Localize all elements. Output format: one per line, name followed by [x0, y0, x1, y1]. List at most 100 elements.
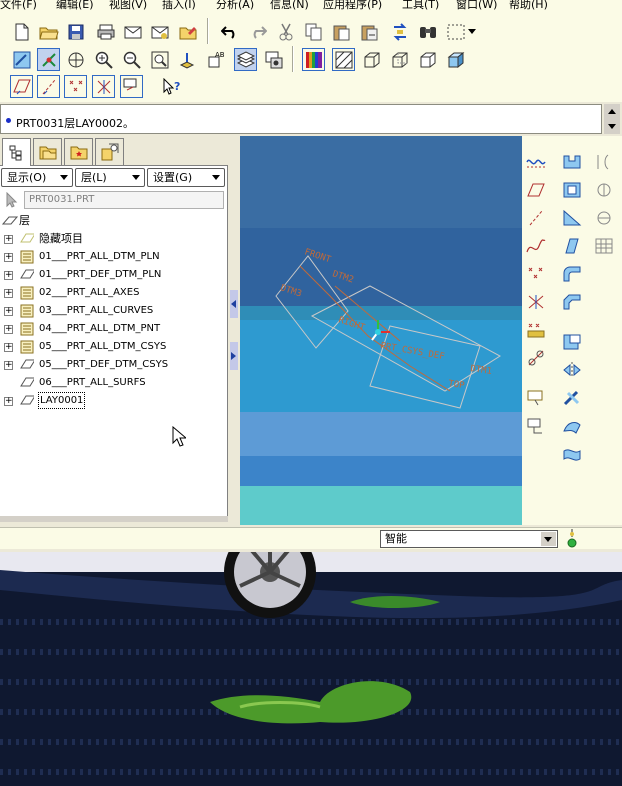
- tab-model-tree[interactable]: [2, 138, 31, 166]
- menu-insert[interactable]: 插入(I): [162, 0, 196, 12]
- regenerate-button[interactable]: [388, 20, 411, 43]
- sketch-button[interactable]: [524, 150, 548, 174]
- sketch-on-plane-tool[interactable]: [524, 414, 548, 438]
- datum-points-toggle[interactable]: [64, 75, 87, 98]
- graphics-window[interactable]: FRONT DTM2 DTM3 RIGHT PRT_CSYS_DEF DTM1 …: [240, 136, 522, 525]
- menu-applications[interactable]: 应用程序(P): [323, 0, 382, 12]
- expand-toggle[interactable]: +: [4, 253, 13, 262]
- tab-folder-browser[interactable]: [33, 138, 62, 165]
- expand-toggle[interactable]: +: [4, 235, 13, 244]
- expand-toggle[interactable]: +: [4, 361, 13, 370]
- menu-analysis[interactable]: 分析(A): [216, 0, 254, 12]
- shell-button[interactable]: [560, 178, 584, 202]
- menu-view[interactable]: 视图(V): [109, 0, 147, 12]
- menu-info[interactable]: 信息(N): [270, 0, 309, 12]
- reorient-button[interactable]: [176, 48, 199, 71]
- save-button[interactable]: [64, 20, 87, 43]
- zoom-in-button[interactable]: [92, 48, 115, 71]
- draft-button[interactable]: [560, 234, 584, 258]
- revolve-button[interactable]: [592, 150, 616, 174]
- datum-planes-toggle[interactable]: [10, 75, 33, 98]
- no-hidden-button[interactable]: [416, 48, 439, 71]
- tree-row[interactable]: + LAY0001: [0, 392, 226, 410]
- saved-views-button[interactable]: AB: [204, 48, 227, 71]
- selection-filter[interactable]: 智能: [380, 530, 558, 548]
- expand-toggle[interactable]: +: [4, 271, 13, 280]
- tree-row[interactable]: + 03___PRT_ALL_CURVES: [0, 302, 226, 320]
- datum-axis-tool[interactable]: [524, 206, 548, 230]
- tree-row[interactable]: + 01___PRT_DEF_DTM_PLN: [0, 266, 226, 284]
- boundary-blend-button[interactable]: [560, 414, 584, 438]
- tree-root-layers[interactable]: 层: [0, 212, 226, 230]
- datum-curve-tool[interactable]: [524, 234, 548, 258]
- tree-row[interactable]: + 05___PRT_ALL_DTM_CSYS: [0, 338, 226, 356]
- layer-dropdown[interactable]: 层(L): [75, 168, 145, 187]
- select-box-button[interactable]: [444, 20, 467, 43]
- mirror-button[interactable]: [560, 358, 584, 382]
- sweep-button[interactable]: [592, 178, 616, 202]
- paste-button[interactable]: [330, 20, 353, 43]
- menu-tools[interactable]: 工具(T): [402, 0, 439, 12]
- settings-dropdown[interactable]: 设置(G): [147, 168, 225, 187]
- csys-tool[interactable]: [524, 290, 548, 314]
- menu-window[interactable]: 窗口(W): [456, 0, 497, 12]
- view-manager-button[interactable]: [262, 48, 285, 71]
- open-button[interactable]: [37, 20, 60, 43]
- tree-row[interactable]: 06___PRT_ALL_SURFS: [0, 374, 226, 392]
- menu-help[interactable]: 帮助(H): [509, 0, 548, 12]
- annotation-toggle[interactable]: [120, 75, 143, 98]
- rename-button[interactable]: [176, 20, 199, 43]
- orient-mode-button[interactable]: [64, 48, 87, 71]
- tree-row[interactable]: + 隐藏项目: [0, 230, 226, 248]
- spin-center-button[interactable]: [37, 48, 60, 71]
- print-button[interactable]: [94, 20, 117, 43]
- tree-row[interactable]: + 05___PRT_DEF_DTM_CSYS: [0, 356, 226, 374]
- panel-splitter[interactable]: [228, 136, 240, 522]
- analysis-feature-tool[interactable]: [524, 318, 548, 342]
- datum-axes-toggle[interactable]: [37, 75, 60, 98]
- expand-toggle[interactable]: +: [4, 325, 13, 334]
- tab-favorites[interactable]: [64, 138, 93, 165]
- tree-row[interactable]: + 01___PRT_ALL_DTM_PLN: [0, 248, 226, 266]
- hidden-line-button[interactable]: [388, 48, 411, 71]
- send-mail-button[interactable]: [121, 20, 144, 43]
- new-file-button[interactable]: [10, 20, 33, 43]
- expand-toggle[interactable]: +: [4, 289, 13, 298]
- panel-horizontal-scrollbar[interactable]: [0, 516, 228, 522]
- expand-toggle[interactable]: +: [4, 343, 13, 352]
- tree-row[interactable]: + 04___PRT_ALL_DTM_PNT: [0, 320, 226, 338]
- zoom-out-button[interactable]: [120, 48, 143, 71]
- rib-button[interactable]: [560, 206, 584, 230]
- datum-plane-tool[interactable]: [524, 178, 548, 202]
- layers-button[interactable]: [234, 48, 257, 71]
- display-dropdown[interactable]: 显示(O): [1, 168, 73, 187]
- hatching-button[interactable]: [332, 48, 355, 71]
- copy-button[interactable]: [302, 20, 325, 43]
- cut-button[interactable]: [274, 20, 297, 43]
- paste-special-button[interactable]: [358, 20, 381, 43]
- table-tool-button[interactable]: [592, 234, 616, 258]
- colors-button[interactable]: [302, 48, 325, 71]
- chain-tool[interactable]: [524, 346, 548, 370]
- style-button[interactable]: [560, 442, 584, 466]
- datum-point-tool[interactable]: [524, 262, 548, 286]
- wireframe-button[interactable]: [360, 48, 383, 71]
- message-scrollbar[interactable]: [604, 104, 620, 134]
- repaint-button[interactable]: [10, 48, 33, 71]
- insert-note-tool[interactable]: [524, 386, 548, 410]
- pattern-button[interactable]: [560, 386, 584, 410]
- menu-file[interactable]: 文件(F): [0, 0, 37, 12]
- hole-button[interactable]: [560, 330, 584, 354]
- round-button[interactable]: [560, 262, 584, 286]
- redo-button[interactable]: [246, 20, 269, 43]
- undo-button[interactable]: [218, 20, 241, 43]
- extrude-button[interactable]: [560, 150, 584, 174]
- refit-button[interactable]: [148, 48, 171, 71]
- expand-toggle[interactable]: +: [4, 397, 13, 406]
- tree-row[interactable]: + 02___PRT_ALL_AXES: [0, 284, 226, 302]
- send-attachment-button[interactable]: [148, 20, 171, 43]
- csys-toggle[interactable]: [92, 75, 115, 98]
- menu-edit[interactable]: 编辑(E): [56, 0, 94, 12]
- tab-connections[interactable]: [95, 138, 124, 165]
- context-help-button[interactable]: ?: [160, 75, 183, 98]
